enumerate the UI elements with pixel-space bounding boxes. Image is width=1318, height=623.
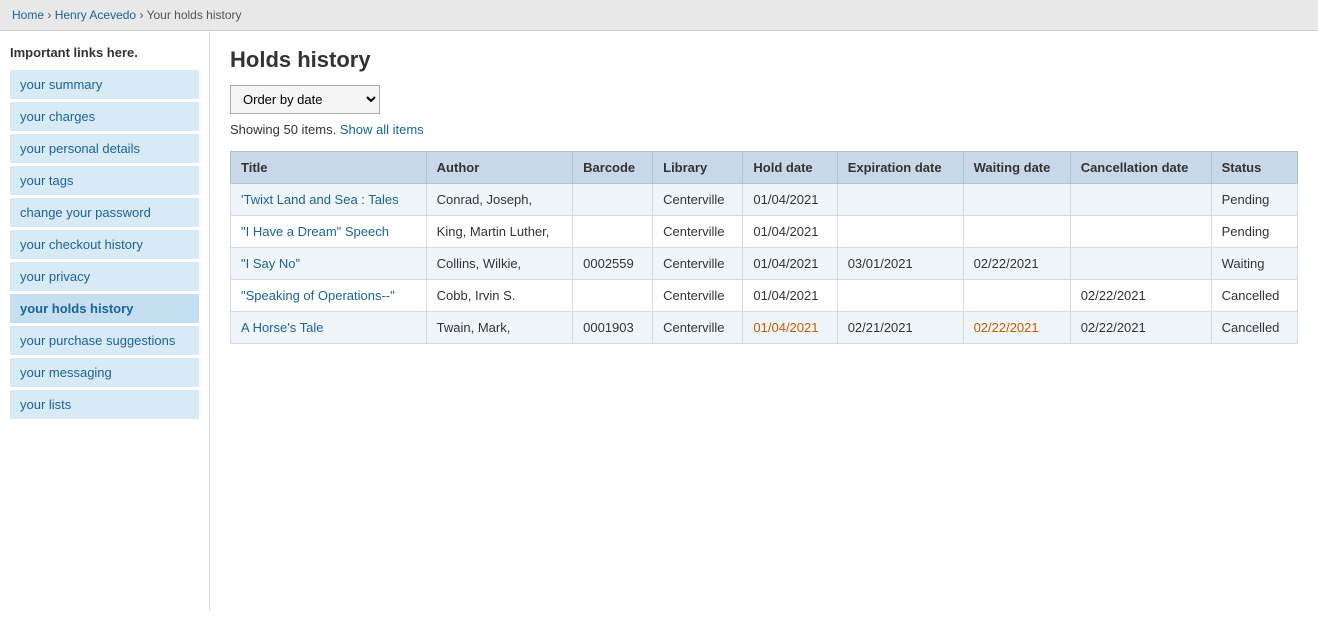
cell-expiration_date: 02/21/2021 [837,312,963,344]
sidebar: Important links here. your summary your c… [0,31,210,611]
cell-library: Centerville [653,280,743,312]
breadcrumb-home[interactable]: Home [12,8,44,22]
cell-expiration_date: 03/01/2021 [837,248,963,280]
sidebar-item-privacy[interactable]: your privacy [10,262,199,291]
sidebar-item-summary[interactable]: your summary [10,70,199,99]
cell-author: Twain, Mark, [426,312,572,344]
main-layout: Important links here. your summary your c… [0,31,1318,611]
cell-barcode [573,280,653,312]
cell-waiting_date [963,184,1070,216]
table-row: "I Say No" Collins, Wilkie,0002559Centerv… [231,248,1298,280]
col-header-waiting-date: Waiting date [963,152,1070,184]
cell-barcode [573,184,653,216]
title-link[interactable]: A Horse's Tale [241,320,323,335]
cell-waiting_date [963,280,1070,312]
cell-hold_date: 01/04/2021 [743,280,837,312]
main-content: Holds history Order by dateOrder by titl… [210,31,1318,611]
cell-expiration_date [837,184,963,216]
show-all-link[interactable]: Show all items [340,122,424,137]
title-link[interactable]: "I Have a Dream" Speech [241,224,389,239]
cell-author: Collins, Wilkie, [426,248,572,280]
cell-expiration_date [837,280,963,312]
breadcrumb-current: Your holds history [147,8,242,22]
cell-hold_date: 01/04/2021 [743,248,837,280]
cell-library: Centerville [653,184,743,216]
sidebar-item-holds-history[interactable]: your holds history [10,294,199,323]
cell-author: King, Martin Luther, [426,216,572,248]
order-controls: Order by dateOrder by titleOrder by auth… [230,85,1298,114]
col-header-status: Status [1211,152,1297,184]
table-row: "Speaking of Operations--" Cobb, Irvin S.… [231,280,1298,312]
sidebar-nav: your summary your charges your personal de… [10,70,199,419]
cell-author: Conrad, Joseph, [426,184,572,216]
cell-barcode [573,216,653,248]
order-select[interactable]: Order by dateOrder by titleOrder by auth… [230,85,380,114]
cell-hold_date: 01/04/2021 [743,312,837,344]
showing-text: Showing 50 items. Show all items [230,122,1298,137]
table-row: "I Have a Dream" Speech King, Martin Luth… [231,216,1298,248]
cell-barcode: 0002559 [573,248,653,280]
col-header-author: Author [426,152,572,184]
table-header: TitleAuthorBarcodeLibraryHold dateExpira… [231,152,1298,184]
table-body: 'Twixt Land and Sea : Tales Conrad, Josep… [231,184,1298,344]
cell-cancellation_date [1070,216,1211,248]
sidebar-item-purchase-suggestions[interactable]: your purchase suggestions [10,326,199,355]
sidebar-item-lists[interactable]: your lists [10,390,199,419]
cell-title[interactable]: 'Twixt Land and Sea : Tales [231,184,427,216]
cell-status: Waiting [1211,248,1297,280]
breadcrumb: Home › Henry Acevedo › Your holds histor… [0,0,1318,31]
col-header-title: Title [231,152,427,184]
col-header-hold-date: Hold date [743,152,837,184]
sidebar-item-charges[interactable]: your charges [10,102,199,131]
title-link[interactable]: "I Say No" [241,256,300,271]
cell-hold_date: 01/04/2021 [743,216,837,248]
col-header-library: Library [653,152,743,184]
cell-status: Cancelled [1211,312,1297,344]
cell-library: Centerville [653,216,743,248]
sidebar-item-change-password[interactable]: change your password [10,198,199,227]
table-row: A Horse's Tale Twain, Mark,0001903Centerv… [231,312,1298,344]
sidebar-item-personal-details[interactable]: your personal details [10,134,199,163]
cell-waiting_date: 02/22/2021 [963,312,1070,344]
cell-title[interactable]: "Speaking of Operations--" [231,280,427,312]
sidebar-item-tags[interactable]: your tags [10,166,199,195]
col-header-cancellation-date: Cancellation date [1070,152,1211,184]
sidebar-heading: Important links here. [10,45,199,60]
cell-waiting_date: 02/22/2021 [963,248,1070,280]
cell-expiration_date [837,216,963,248]
holds-table: TitleAuthorBarcodeLibraryHold dateExpira… [230,151,1298,344]
cell-status: Pending [1211,184,1297,216]
cell-status: Pending [1211,216,1297,248]
title-link[interactable]: 'Twixt Land and Sea : Tales [241,192,399,207]
cell-title[interactable]: "I Say No" [231,248,427,280]
cell-cancellation_date [1070,248,1211,280]
cell-hold_date: 01/04/2021 [743,184,837,216]
showing-count: Showing 50 items. [230,122,336,137]
sidebar-item-checkout-history[interactable]: your checkout history [10,230,199,259]
cell-barcode: 0001903 [573,312,653,344]
breadcrumb-user[interactable]: Henry Acevedo [55,8,136,22]
cell-waiting_date [963,216,1070,248]
cell-cancellation_date [1070,184,1211,216]
col-header-barcode: Barcode [573,152,653,184]
cell-title[interactable]: "I Have a Dream" Speech [231,216,427,248]
cell-status: Cancelled [1211,280,1297,312]
title-link[interactable]: "Speaking of Operations--" [241,288,395,303]
cell-author: Cobb, Irvin S. [426,280,572,312]
sidebar-item-messaging[interactable]: your messaging [10,358,199,387]
col-header-expiration-date: Expiration date [837,152,963,184]
cell-cancellation_date: 02/22/2021 [1070,280,1211,312]
table-row: 'Twixt Land and Sea : Tales Conrad, Josep… [231,184,1298,216]
cell-library: Centerville [653,312,743,344]
cell-library: Centerville [653,248,743,280]
cell-cancellation_date: 02/22/2021 [1070,312,1211,344]
page-title: Holds history [230,47,1298,73]
cell-title[interactable]: A Horse's Tale [231,312,427,344]
